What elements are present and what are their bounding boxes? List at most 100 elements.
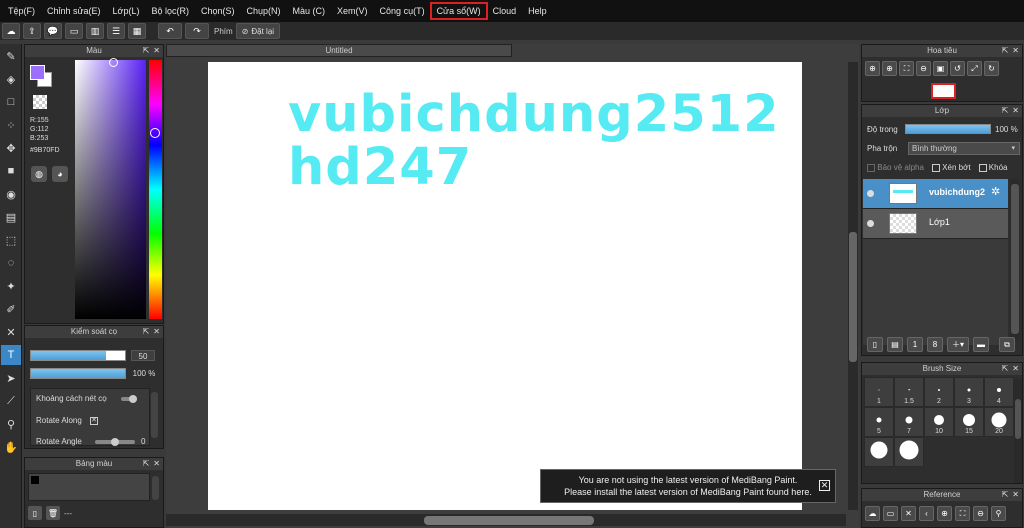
- close-icon[interactable]: ✕: [1012, 363, 1019, 375]
- eyedropper-tool-icon[interactable]: ⚲: [1, 414, 21, 434]
- close-icon[interactable]: ✕: [153, 458, 160, 470]
- close-icon[interactable]: ✕: [1012, 489, 1019, 501]
- rotate-angle-knob[interactable]: [111, 438, 119, 446]
- cloud-icon[interactable]: ☁: [2, 23, 20, 39]
- palette-icon[interactable]: ◍: [31, 166, 47, 182]
- close-icon[interactable]: ✕: [153, 45, 160, 57]
- rect-tool-icon[interactable]: □: [1, 92, 21, 112]
- menu-help[interactable]: Help: [522, 3, 553, 19]
- color-set-icon[interactable]: ◕: [52, 166, 68, 182]
- text-tool-icon[interactable]: T: [1, 345, 21, 365]
- layer-list-scrollbar[interactable]: [1010, 179, 1020, 339]
- zoom-in-icon[interactable]: ⊕: [937, 506, 952, 521]
- brush-size-scrollbar[interactable]: [1014, 379, 1022, 483]
- protect-alpha-checkbox[interactable]: [867, 163, 875, 172]
- undo-icon[interactable]: ↶: [158, 23, 182, 39]
- detach-icon[interactable]: ⇱: [1002, 489, 1009, 501]
- menu-layer[interactable]: Lớp(L): [107, 3, 146, 19]
- visibility-eye-icon[interactable]: [867, 190, 874, 197]
- menu-filter[interactable]: Bộ lọc(R): [145, 3, 195, 19]
- move-tool-icon[interactable]: ✥: [1, 138, 21, 158]
- menu-window[interactable]: Cửa sổ(W): [429, 2, 488, 20]
- gear-icon[interactable]: ✲: [991, 185, 1000, 198]
- fit-window-icon[interactable]: ⛶: [899, 61, 914, 76]
- delete-palette-icon[interactable]: 🗑: [46, 506, 60, 520]
- transparent-color-swatch[interactable]: [33, 95, 47, 109]
- brush-size-cell[interactable]: 1.5: [894, 377, 924, 407]
- folder-icon[interactable]: ▬: [973, 337, 989, 352]
- menu-tools[interactable]: Công cụ(T): [374, 3, 431, 19]
- hand-tool-icon[interactable]: ✋: [1, 437, 21, 457]
- zoom-fit-icon[interactable]: ⊕: [865, 61, 880, 76]
- gradient-tool-icon[interactable]: ▤: [1, 207, 21, 227]
- rotate-left-icon[interactable]: ↺: [950, 61, 965, 76]
- navigator-thumbnail[interactable]: [931, 83, 956, 99]
- close-icon[interactable]: ✕: [1012, 105, 1019, 117]
- rotate-along-checkbox[interactable]: ✕: [90, 416, 99, 425]
- document-tab[interactable]: Untitled: [166, 44, 512, 57]
- close-icon[interactable]: ✕: [153, 326, 160, 338]
- detach-icon[interactable]: ⇱: [143, 45, 150, 57]
- layer-row[interactable]: vubichdung2 ✲: [863, 179, 1008, 209]
- layer-8bit-icon[interactable]: 8: [927, 337, 943, 352]
- foreground-color-swatch[interactable]: [30, 65, 45, 80]
- panel-icon[interactable]: ▥: [86, 23, 104, 39]
- canvas-horizontal-scrollbar[interactable]: [166, 514, 846, 526]
- canvas-vertical-scrollbar[interactable]: [848, 62, 858, 510]
- menu-color[interactable]: Màu (C): [287, 3, 332, 19]
- brush-size-cell[interactable]: 1: [864, 377, 894, 407]
- detach-icon[interactable]: ⇱: [143, 458, 150, 470]
- zoom-out-icon[interactable]: ⊖: [916, 61, 931, 76]
- fill-rect-tool-icon[interactable]: ■: [1, 161, 21, 181]
- select-pen-tool-icon[interactable]: ✐: [1, 299, 21, 319]
- brush-size-cell[interactable]: 7: [894, 407, 924, 437]
- menu-cloud[interactable]: Cloud: [487, 3, 523, 19]
- brush-size-cell[interactable]: [864, 437, 894, 467]
- detach-icon[interactable]: ⇱: [143, 326, 150, 338]
- menu-view[interactable]: Xem(V): [331, 3, 374, 19]
- list-icon[interactable]: ☰: [107, 23, 125, 39]
- grid-icon[interactable]: ▦: [128, 23, 146, 39]
- brush-size-cell[interactable]: 10: [924, 407, 954, 437]
- menu-edit[interactable]: Chỉnh sửa(E): [41, 3, 107, 19]
- palette-swatch-black[interactable]: [31, 476, 39, 484]
- detach-icon[interactable]: ⇱: [1002, 363, 1009, 375]
- zoom-out-icon[interactable]: ⊖: [973, 506, 988, 521]
- brush-size-cell[interactable]: 15: [954, 407, 984, 437]
- brush-opacity-slider[interactable]: [30, 368, 126, 379]
- spacing-knob[interactable]: [129, 395, 137, 403]
- open-folder-icon[interactable]: ▭: [883, 506, 898, 521]
- layer-opacity-slider[interactable]: [905, 124, 991, 134]
- bucket-tool-icon[interactable]: ◉: [1, 184, 21, 204]
- new-halftone-layer-icon[interactable]: ▤: [887, 337, 903, 352]
- canvas[interactable]: vubichdung2512 hd247: [208, 62, 802, 510]
- close-reference-icon[interactable]: ✕: [901, 506, 916, 521]
- reset-button[interactable]: ⊘ Đặt lại: [235, 23, 281, 39]
- close-icon[interactable]: ✕: [1012, 45, 1019, 57]
- menu-capture[interactable]: Chụp(N): [241, 3, 287, 19]
- fullscreen-icon[interactable]: ⤢: [967, 61, 982, 76]
- clipping-checkbox[interactable]: [931, 163, 940, 172]
- operation-tool-icon[interactable]: ➤: [1, 368, 21, 388]
- brush-size-slider[interactable]: [30, 350, 126, 361]
- new-layer-icon[interactable]: ▯: [867, 337, 883, 352]
- menu-select[interactable]: Chọn(S): [195, 3, 241, 19]
- magic-wand-tool-icon[interactable]: ✦: [1, 276, 21, 296]
- add-layer-dropdown-icon[interactable]: ＋▾: [947, 337, 969, 352]
- brush-size-cell[interactable]: 2: [924, 377, 954, 407]
- menu-file[interactable]: Tệp(F): [2, 3, 41, 19]
- brush-tool-icon[interactable]: ✎: [1, 46, 21, 66]
- actual-size-icon[interactable]: ▣: [933, 61, 948, 76]
- notice-close-icon[interactable]: ✕: [819, 480, 830, 491]
- detach-icon[interactable]: ⇱: [1002, 105, 1009, 117]
- divide-tool-icon[interactable]: ⟋: [1, 391, 21, 411]
- hue-slider[interactable]: [149, 60, 162, 319]
- sv-cursor[interactable]: [109, 58, 118, 67]
- brush-options-scrollbar[interactable]: [151, 392, 158, 438]
- palette-scrollbar[interactable]: [152, 476, 159, 500]
- brush-size-cell[interactable]: 3: [954, 377, 984, 407]
- new-palette-icon[interactable]: ▯: [28, 506, 42, 520]
- eraser-tool-icon[interactable]: ◈: [1, 69, 21, 89]
- share-icon[interactable]: ⇪: [23, 23, 41, 39]
- lock-checkbox[interactable]: [978, 163, 987, 172]
